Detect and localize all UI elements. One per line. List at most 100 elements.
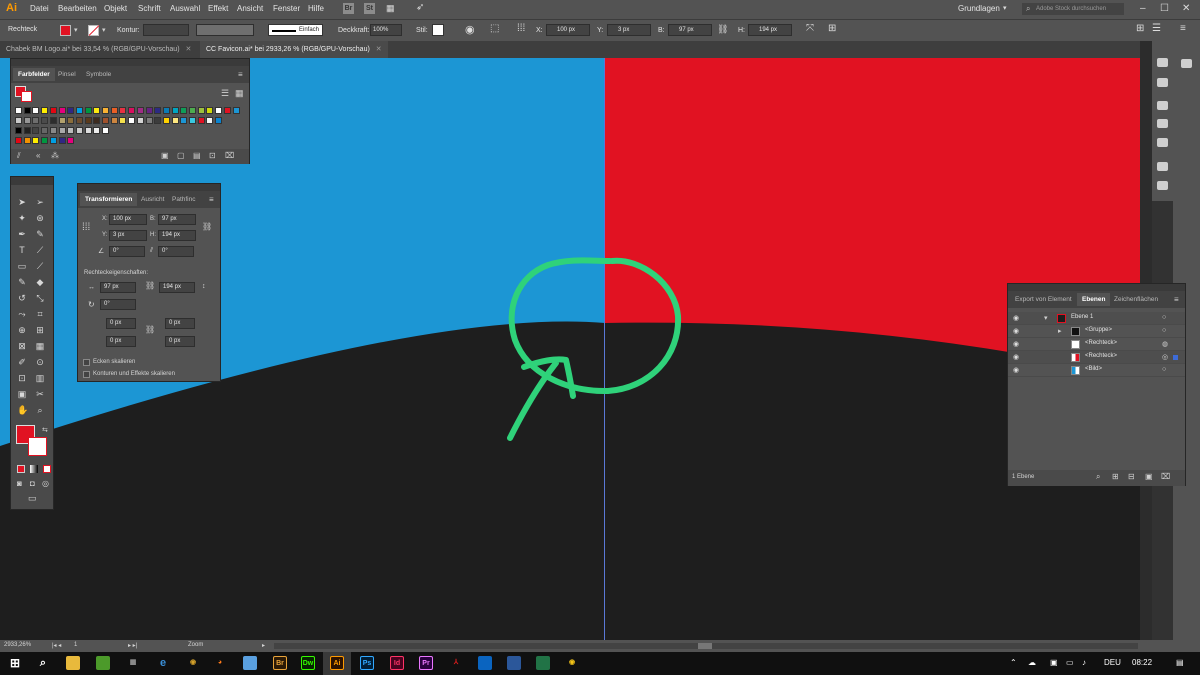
link-proportions-icon[interactable]: ⛓ bbox=[717, 24, 728, 35]
color-swatch[interactable] bbox=[215, 117, 223, 124]
close-icon[interactable]: ✕ bbox=[376, 46, 382, 53]
color-swatch[interactable] bbox=[41, 117, 49, 124]
color-swatch[interactable] bbox=[32, 107, 40, 114]
tool-icon[interactable]: ✋ bbox=[17, 405, 28, 415]
corner-radius-top-left[interactable]: 0 px bbox=[106, 318, 136, 329]
windows-start-icon[interactable]: ⊞ bbox=[8, 656, 22, 670]
draw-behind-icon[interactable]: ◘ bbox=[30, 479, 35, 488]
tool-icon[interactable]: ⤳ bbox=[17, 309, 27, 319]
horizontal-scrollbar[interactable] bbox=[274, 643, 1138, 649]
draw-normal-icon[interactable]: ◙ bbox=[17, 479, 22, 488]
variable-width-select[interactable] bbox=[196, 24, 254, 36]
excel-icon[interactable] bbox=[536, 656, 550, 670]
align-to-icon[interactable]: ⬚ bbox=[490, 23, 499, 34]
color-swatch[interactable] bbox=[58, 127, 66, 134]
tool-icon[interactable]: ⊛ bbox=[35, 213, 45, 223]
color-swatch[interactable] bbox=[49, 127, 57, 134]
color-swatch[interactable] bbox=[84, 127, 92, 134]
symbols-icon[interactable] bbox=[1157, 162, 1168, 171]
color-swatch[interactable] bbox=[154, 107, 162, 114]
document-tab-chabek[interactable]: Chabek BM Logo.ai* bei 33,54 % (RGB/GPU-… bbox=[0, 41, 200, 58]
gpu-rocket-icon[interactable]: ➶ bbox=[416, 2, 424, 13]
tray-people-icon[interactable]: ⌃ bbox=[1010, 658, 1017, 667]
graphic-style-swatch[interactable] bbox=[432, 24, 444, 36]
new-swatch-icon[interactable]: ⊡ bbox=[209, 151, 216, 160]
color-swatch[interactable] bbox=[84, 107, 92, 114]
color-swatch[interactable] bbox=[93, 117, 101, 124]
chevron-down-icon[interactable]: ▾ bbox=[1044, 314, 1048, 322]
tool-icon[interactable]: ⌕ bbox=[35, 405, 45, 415]
target-icon[interactable]: ○ bbox=[1162, 327, 1166, 334]
y-position-input[interactable]: 3 px bbox=[607, 24, 651, 36]
color-swatch[interactable] bbox=[189, 107, 196, 114]
screen-mode-icon[interactable]: ▭ bbox=[28, 493, 37, 504]
color-swatch[interactable] bbox=[189, 117, 196, 124]
minimize-icon[interactable]: – bbox=[1140, 3, 1146, 14]
tool-icon[interactable]: ⤡ bbox=[35, 293, 45, 303]
firefox-icon[interactable]: ◕ bbox=[213, 656, 227, 670]
recolor-icon[interactable]: ◉ bbox=[465, 23, 475, 36]
tool-icon[interactable]: ✒ bbox=[17, 229, 27, 239]
new-folder-icon[interactable]: ▤ bbox=[193, 151, 201, 160]
color-swatch[interactable] bbox=[145, 117, 153, 124]
photoshop-taskbar-icon[interactable]: Ps bbox=[360, 656, 374, 670]
acrobat-icon[interactable]: ⅄ bbox=[449, 656, 463, 670]
panel-grip[interactable] bbox=[11, 59, 249, 66]
artboard-number[interactable]: 1 bbox=[74, 642, 77, 648]
search-icon[interactable]: ⌕ bbox=[36, 656, 50, 670]
next-artboard-icon[interactable]: ▸ ▸| bbox=[128, 642, 137, 649]
tool-icon[interactable]: ⊙ bbox=[35, 357, 45, 367]
color-swatch[interactable] bbox=[154, 117, 162, 124]
eye-icon[interactable]: ◉ bbox=[1013, 340, 1019, 348]
rotate-angle-input[interactable]: 0° bbox=[109, 246, 145, 257]
isolate-icon[interactable]: ⊞ bbox=[828, 23, 836, 34]
color-swatch[interactable] bbox=[223, 107, 231, 114]
stock-button[interactable]: St bbox=[364, 3, 375, 14]
color-swatch[interactable] bbox=[232, 107, 240, 114]
y-position-input[interactable]: 3 px bbox=[109, 230, 147, 241]
color-swatch[interactable] bbox=[49, 107, 57, 114]
color-swatch[interactable] bbox=[171, 117, 179, 124]
layer-row[interactable]: ◉ <Rechteck> ◍ bbox=[1008, 338, 1185, 351]
rect-width-input[interactable]: 97 px bbox=[100, 282, 136, 293]
color-swatch[interactable] bbox=[93, 127, 101, 134]
tool-icon[interactable]: ▣ bbox=[17, 389, 27, 399]
color-swatch[interactable] bbox=[58, 107, 66, 114]
tab-ausrichten[interactable]: Ausricht bbox=[136, 193, 169, 206]
color-swatch[interactable] bbox=[49, 117, 57, 124]
battery-icon[interactable]: ▭ bbox=[1066, 658, 1074, 667]
tool-icon[interactable]: ✐ bbox=[17, 357, 27, 367]
stroke-profile-select[interactable]: Einfach bbox=[268, 24, 323, 36]
tool-icon[interactable]: ✎ bbox=[17, 277, 27, 287]
color-swatch[interactable] bbox=[84, 117, 92, 124]
color-swatch[interactable] bbox=[32, 137, 40, 144]
menu-lines-icon[interactable]: ≡ bbox=[1180, 23, 1186, 34]
tool-icon[interactable]: ➤ bbox=[17, 197, 27, 207]
height-input[interactable]: 194 px bbox=[748, 24, 792, 36]
color-swatch[interactable] bbox=[23, 127, 31, 134]
tool-icon[interactable]: ▭ bbox=[17, 261, 27, 271]
eye-icon[interactable]: ◉ bbox=[1013, 327, 1019, 335]
layer-row[interactable]: ◉ ▸ <Gruppe> ○ bbox=[1008, 325, 1185, 338]
menu-datei[interactable]: Datei bbox=[30, 4, 49, 13]
width-input[interactable]: 97 px bbox=[668, 24, 712, 36]
reference-point-icon[interactable]: ⁞⁞⁞ bbox=[517, 23, 525, 34]
menu-ansicht[interactable]: Ansicht bbox=[237, 4, 263, 13]
trash-icon[interactable]: ⌧ bbox=[1161, 472, 1170, 481]
eye-icon[interactable]: ◉ bbox=[1013, 314, 1019, 322]
reference-point-icon[interactable]: ⁞⁞⁞ bbox=[82, 222, 90, 233]
tab-symbole[interactable]: Symbole bbox=[81, 68, 116, 81]
chevron-right-icon[interactable]: ▸ bbox=[262, 642, 265, 649]
scale-corners-checkbox[interactable] bbox=[83, 359, 90, 366]
color-guide-icon[interactable] bbox=[1157, 58, 1168, 67]
maximize-icon[interactable]: ☐ bbox=[1160, 3, 1169, 14]
edge-icon[interactable]: e bbox=[156, 656, 170, 670]
color-swatch[interactable] bbox=[15, 127, 22, 134]
menu-auswahl[interactable]: Auswahl bbox=[170, 4, 200, 13]
color-swatch[interactable] bbox=[41, 107, 49, 114]
notifications-icon[interactable]: ▤ bbox=[1176, 658, 1184, 667]
tool-icon[interactable]: ▦ bbox=[35, 341, 45, 351]
color-swatch[interactable] bbox=[58, 137, 66, 144]
make-clip-mask-icon[interactable]: ⊞ bbox=[1112, 472, 1119, 481]
chevron-down-icon[interactable]: ▾ bbox=[74, 26, 78, 34]
